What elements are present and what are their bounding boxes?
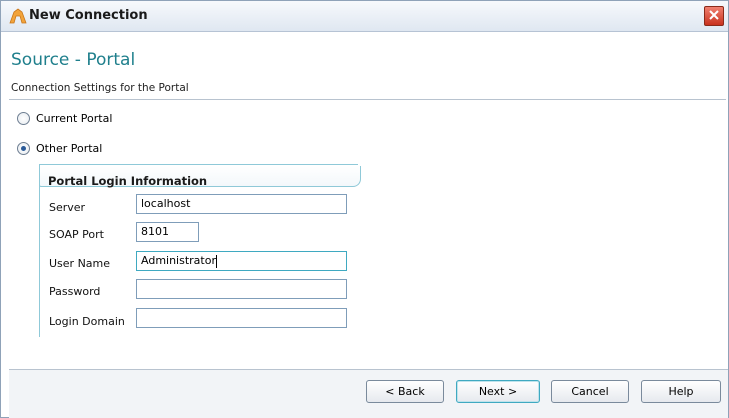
title-bar[interactable]: New Connection: [1, 1, 728, 32]
radio-selected-dot: [21, 146, 26, 151]
back-button[interactable]: < Back: [366, 380, 444, 403]
text-caret: [216, 254, 217, 268]
page-subtitle: Connection Settings for the Portal: [11, 82, 189, 94]
header-divider: [9, 99, 726, 100]
window-title: New Connection: [29, 8, 148, 23]
help-button[interactable]: Help: [641, 380, 721, 403]
current-portal-option[interactable]: Current Portal: [17, 112, 112, 125]
password-label: Password: [49, 285, 101, 298]
page-title: Source - Portal: [11, 50, 136, 70]
server-label: Server: [49, 201, 86, 214]
login-domain-input[interactable]: [136, 308, 347, 328]
cancel-button[interactable]: Cancel: [551, 380, 629, 403]
server-input[interactable]: localhost: [136, 194, 347, 214]
user-name-value: Administrator: [141, 254, 216, 267]
wizard-header: Source - Portal Connection Settings for …: [1, 32, 728, 100]
soap-port-label: SOAP Port: [49, 228, 104, 241]
other-portal-radio[interactable]: [17, 142, 30, 155]
login-group-title: Portal Login Information: [48, 174, 208, 188]
close-icon: [709, 9, 719, 23]
user-name-input[interactable]: Administrator: [136, 251, 347, 271]
current-portal-radio[interactable]: [17, 112, 30, 125]
other-portal-option[interactable]: Other Portal: [17, 142, 102, 155]
dialog-window: New Connection Source - Portal Connectio…: [0, 0, 729, 418]
other-portal-label: Other Portal: [36, 142, 103, 155]
soap-port-input[interactable]: 8101: [136, 222, 199, 242]
login-domain-label: Login Domain: [49, 315, 125, 328]
user-name-label: User Name: [49, 257, 111, 270]
portal-app-icon: [9, 8, 27, 24]
current-portal-label: Current Portal: [36, 112, 113, 125]
password-input[interactable]: [136, 279, 347, 299]
next-button[interactable]: Next >: [456, 380, 540, 403]
close-button[interactable]: [704, 6, 724, 26]
